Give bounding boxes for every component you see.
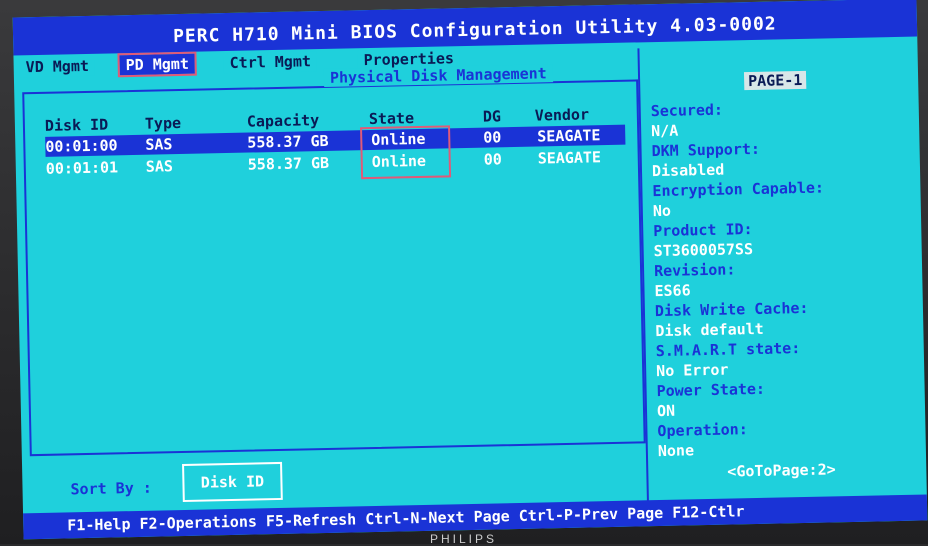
sort-by-label: Sort By : [70,478,153,499]
prop-smart-label: S.M.A.R.T state: [655,339,801,361]
prop-dkm-value: Disabled [651,160,725,181]
disk-type: SAS [145,135,173,154]
prop-smart-value: No Error [656,360,729,381]
prop-write-cache-label: Disk Write Cache: [654,298,809,321]
bios-screen: PERC H710 Mini BIOS Configuration Utilit… [12,0,928,540]
prop-operation-label: Operation: [657,420,748,441]
tab-ctrl-mgmt[interactable]: Ctrl Mgmt [223,51,318,74]
disk-dg: 00 [483,150,502,169]
prop-write-cache-value: Disk default [655,319,764,341]
disk-dg: 00 [483,128,502,147]
disk-id: 00:01:01 [45,158,119,178]
disk-vendor: SEAGATE [537,148,602,168]
col-vendor: Vendor [534,105,590,125]
page-indicator: PAGE-1 [743,70,807,91]
prop-secured-value: N/A [650,121,679,141]
disk-type: SAS [145,157,174,176]
disk-capacity: 558.37 GB [247,131,329,152]
disk-id: 00:01:00 [45,136,118,156]
prop-secured-label: Secured: [650,100,724,121]
prop-revision-value: ES66 [654,281,691,301]
state-highlight-box [360,125,452,180]
col-disk-id: Disk ID [44,115,109,135]
prop-encryption-label: Encryption Capable: [652,178,825,201]
col-capacity: Capacity [246,111,320,131]
goto-page-link[interactable]: <GoToPage:2> [727,460,836,480]
prop-product-id-label: Product ID: [653,220,753,241]
prop-revision-label: Revision: [653,260,736,281]
prop-operation-value: None [657,441,695,461]
tab-vd-mgmt[interactable]: VD Mgmt [19,55,96,78]
prop-power-label: Power State: [656,379,766,401]
sort-by-button[interactable]: Disk ID [182,461,283,503]
disk-vendor: SEAGATE [537,126,601,146]
disk-capacity: 558.37 GB [247,153,330,174]
prop-encryption-value: No [652,201,672,221]
prop-dkm-label: DKM Support: [651,139,761,161]
prop-power-value: ON [656,401,676,421]
prop-product-id-value: ST3600057SS [653,240,754,261]
utility-title: PERC H710 Mini BIOS Configuration Utilit… [172,13,777,48]
col-dg: DG [482,107,502,126]
tab-pd-mgmt[interactable]: PD Mgmt [117,51,198,78]
col-state: State [368,109,415,129]
col-type: Type [144,113,182,133]
